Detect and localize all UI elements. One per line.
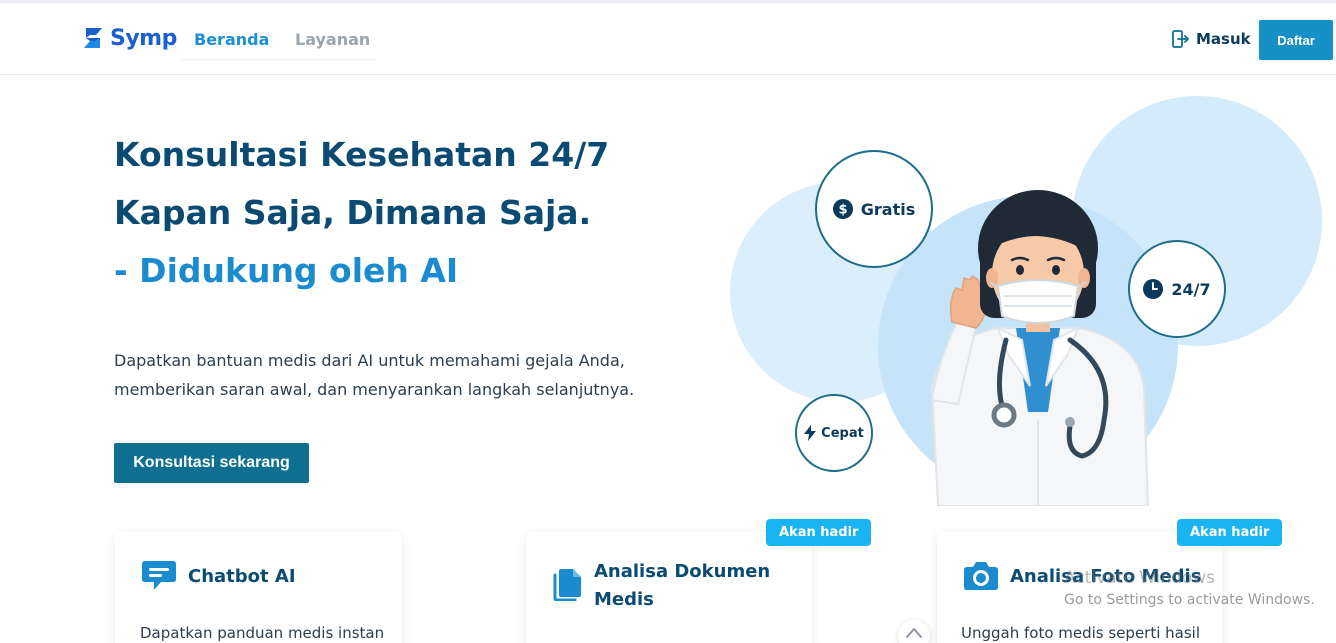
navbar: Symp Beranda Layanan Masuk Daftar <box>0 3 1336 75</box>
activation-watermark-subtitle: Go to Settings to activate Windows. <box>1064 592 1315 608</box>
coming-soon-badge: Akan hadir <box>1177 519 1283 546</box>
fast-label: Cepat <box>821 425 864 441</box>
login-link[interactable]: Masuk <box>1170 29 1251 49</box>
document-icon <box>553 569 581 601</box>
camera-icon <box>964 562 998 590</box>
login-label: Masuk <box>1196 30 1251 48</box>
fast-badge: Cepat <box>795 394 873 472</box>
feature-card-document[interactable]: Analisa Dokumen Medis <box>526 532 812 643</box>
chat-icon <box>142 561 176 590</box>
logo-icon <box>84 28 102 48</box>
register-button[interactable]: Daftar <box>1259 20 1333 60</box>
hero-title-line-3: - Didukung oleh AI <box>114 251 459 290</box>
free-label: Gratis <box>860 199 916 219</box>
login-icon <box>1172 30 1189 48</box>
svg-text:$: $ <box>838 203 847 218</box>
card-title: Chatbot AI <box>188 566 296 587</box>
clock-icon <box>1143 279 1164 299</box>
logo[interactable]: Symp <box>80 25 177 51</box>
activation-watermark-title: Activate Windows <box>1064 568 1215 588</box>
nav-beranda[interactable]: Beranda <box>194 30 269 49</box>
hero-title-line-2: Kapan Saja, Dimana Saja. <box>114 193 592 232</box>
card-description: Dapatkan panduan medis instan <box>140 624 385 642</box>
always-label: 24/7 <box>1171 279 1211 299</box>
scroll-top-button[interactable] <box>898 620 930 643</box>
card-title: Analisa Dokumen Medis <box>594 561 771 610</box>
dollar-icon: $ <box>832 199 853 219</box>
lightning-icon <box>804 425 817 441</box>
card-description: Unggah foto medis seperti hasil <box>961 624 1201 642</box>
feature-card-chatbot[interactable]: Chatbot AI Dapatkan panduan medis instan <box>115 532 402 643</box>
hero-title-line-1: Konsultasi Kesehatan 24/7 <box>114 135 610 174</box>
consult-now-button[interactable]: Konsultasi sekarang <box>114 443 309 483</box>
free-badge: $ Gratis <box>815 150 933 268</box>
brand-name: Symp <box>110 25 177 51</box>
chevron-up-icon <box>906 628 922 638</box>
nav-layanan[interactable]: Layanan <box>295 30 370 49</box>
nav-divider <box>180 59 376 60</box>
hero-description: Dapatkan bantuan medis dari AI untuk mem… <box>114 351 635 399</box>
coming-soon-badge: Akan hadir <box>766 519 872 546</box>
doctor-illustration <box>930 190 1150 506</box>
always-available-badge: 24/7 <box>1128 240 1226 338</box>
